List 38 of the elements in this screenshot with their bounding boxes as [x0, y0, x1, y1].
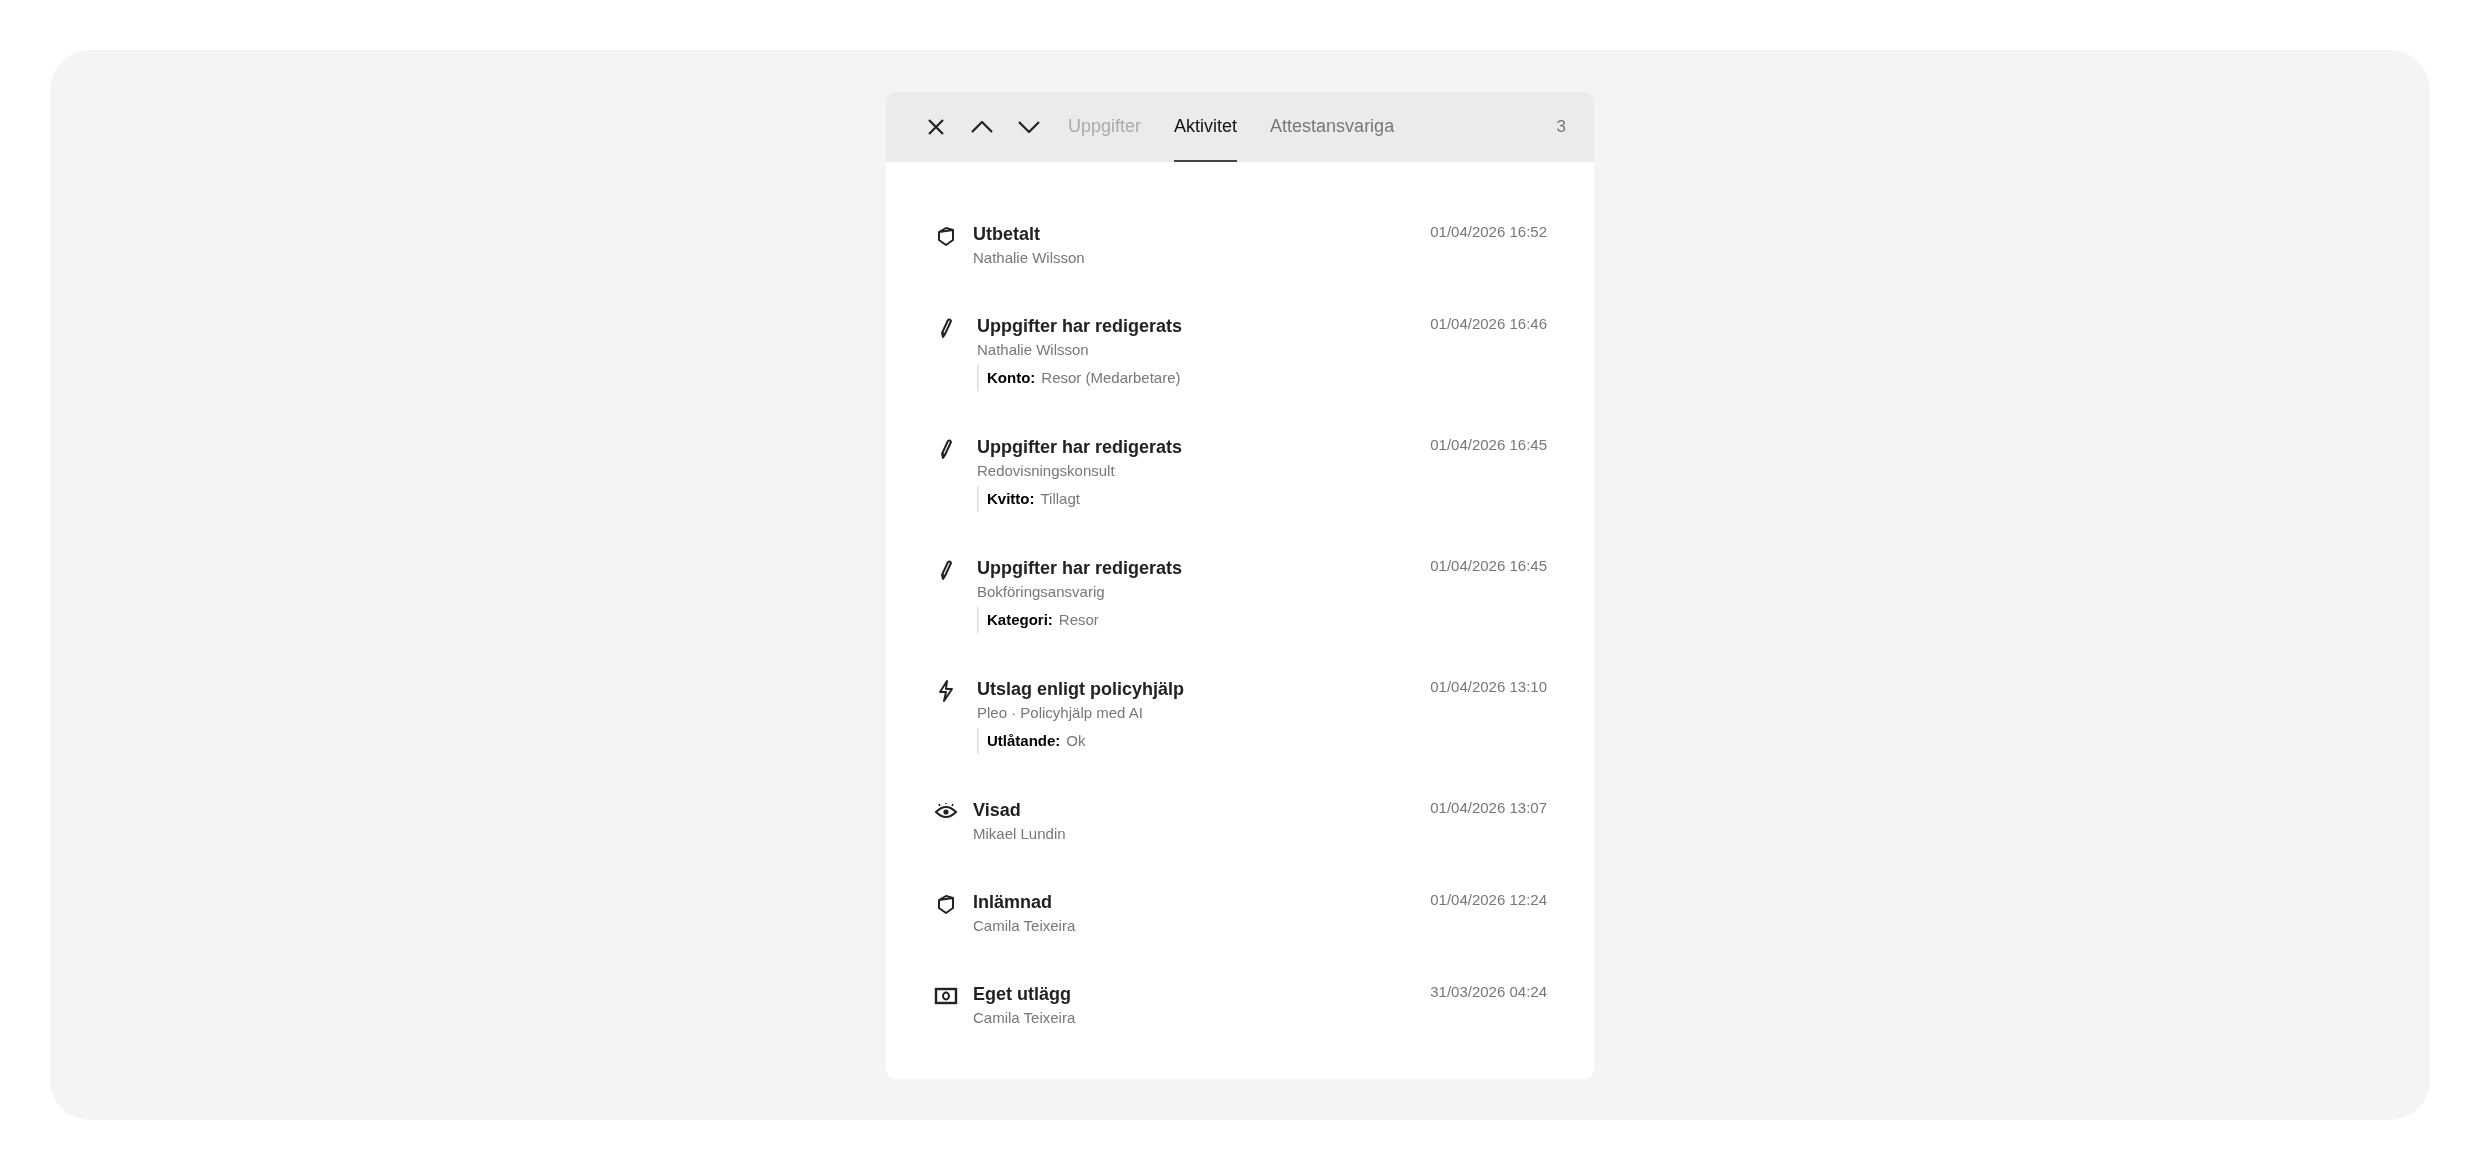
activity-author: Redovisningskonsult	[977, 461, 1116, 481]
detail-value: Resor (Medarbetare)	[1041, 368, 1181, 388]
activity-timestamp: 01/04/2026 12:24	[1430, 890, 1547, 910]
activity-author: Camila Teixeira	[973, 1008, 1076, 1028]
tab[interactable]: Attestansvariga	[1270, 92, 1395, 162]
activity-timestamp: 01/04/2026 16:45	[1430, 435, 1547, 455]
activity-timestamp: 01/04/2026 16:45	[1430, 556, 1547, 576]
activity-title: Utbetalt	[973, 223, 1041, 246]
activity-author: Bokföringsansvarig	[977, 582, 1106, 602]
activity-title: Eget utlägg	[973, 983, 1072, 1006]
activity-title: Visad	[973, 799, 1022, 822]
activity-timestamp: 01/04/2026 16:52	[1430, 222, 1547, 242]
activity-timestamp: 01/04/2026 16:46	[1430, 314, 1547, 334]
detail-label: Utlåtande:	[987, 731, 1061, 751]
tab[interactable]: Aktivitet	[1174, 92, 1238, 162]
detail-label: Kategori:	[987, 610, 1053, 630]
chevron-down-icon	[1018, 121, 1040, 133]
activity-title: Uppgifter har redigerats	[977, 436, 1183, 459]
activity-author: Pleo · Policyhjälp med AI	[977, 703, 1144, 723]
activity-author: Nathalie Wilsson	[977, 340, 1090, 360]
activity-title: Uppgifter har redigerats	[977, 557, 1183, 580]
close-icon	[927, 118, 945, 136]
detail-value: Tillagt	[1040, 489, 1080, 509]
activity-title: Uppgifter har redigerats	[977, 315, 1183, 338]
activity-title: Inlämnad	[973, 891, 1053, 914]
detail-label: Kvitto:	[987, 489, 1035, 509]
detail-value: Resor	[1058, 610, 1099, 630]
activity-author: Nathalie Wilsson	[973, 248, 1085, 268]
activity-timestamp: 01/04/2026 13:10	[1430, 677, 1547, 697]
count-label: 3	[1556, 116, 1566, 139]
activity-timestamp: 01/04/2026 13:07	[1430, 798, 1547, 818]
activity-author: Camila Teixeira	[973, 916, 1076, 936]
activity-timestamp: 31/03/2026 04:24	[1430, 982, 1547, 1002]
chevron-up-icon	[971, 121, 993, 133]
activity-author: Mikael Lundin	[973, 824, 1066, 844]
activity-title: Utslag enligt policyhjälp	[977, 678, 1185, 701]
detail-label: Konto:	[987, 368, 1036, 388]
detail-value: Ok	[1066, 731, 1086, 751]
